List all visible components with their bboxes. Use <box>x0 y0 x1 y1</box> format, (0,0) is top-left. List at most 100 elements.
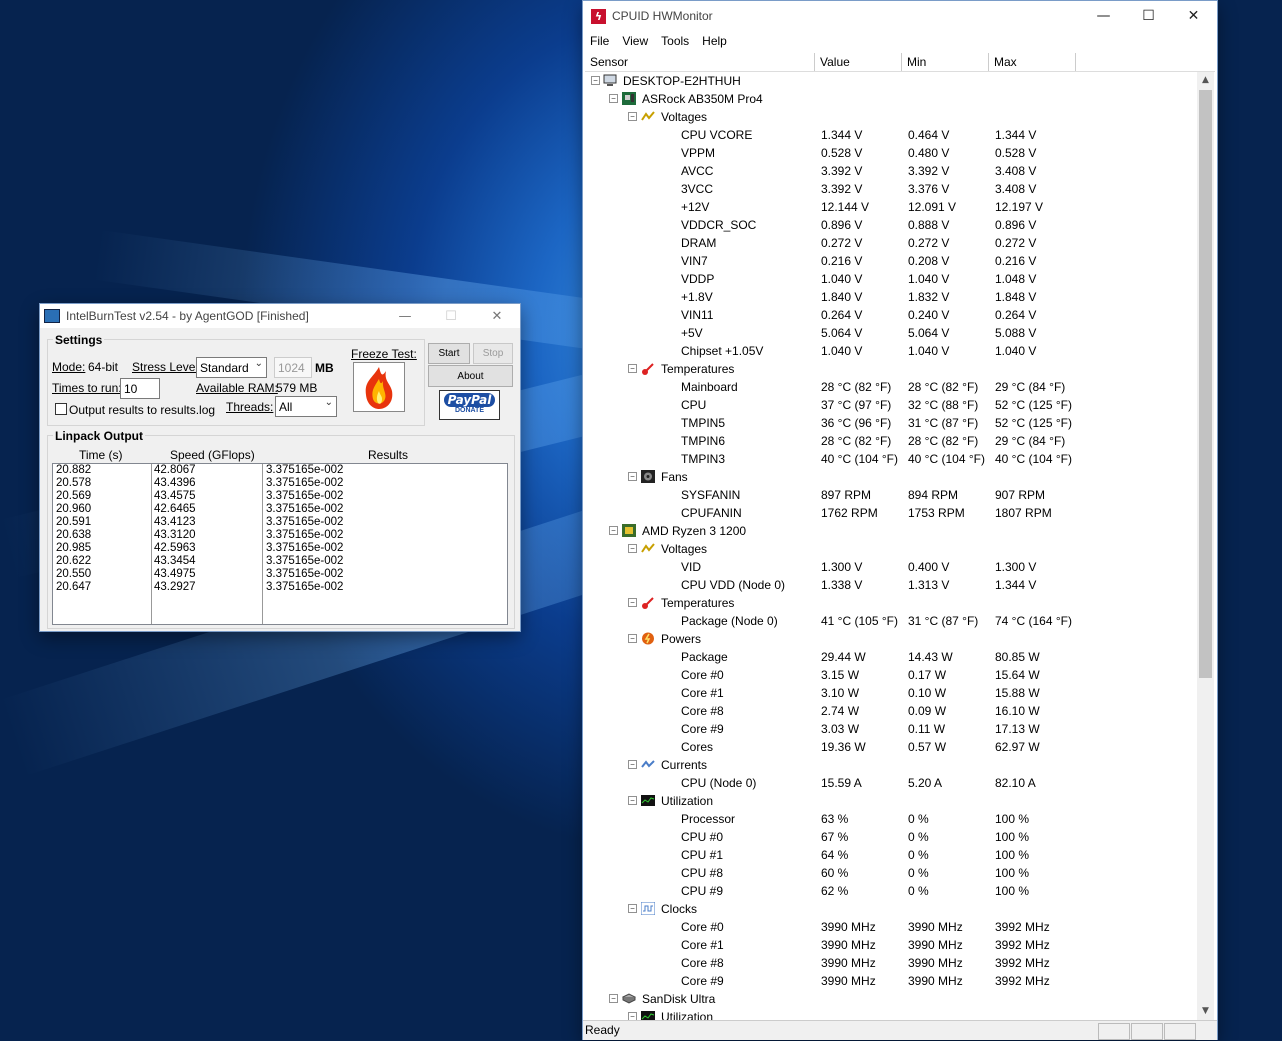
collapse-toggle-icon[interactable]: − <box>591 76 600 85</box>
output-checkbox[interactable] <box>55 403 67 415</box>
tree-node-utilization-icon[interactable]: − Utilization <box>585 1008 1197 1020</box>
sensor-row[interactable]: AVCC 3.392 V 3.392 V 3.408 V <box>585 162 1197 180</box>
sensor-row[interactable]: CPU #0 67 % 0 % 100 % <box>585 828 1197 846</box>
sensor-row[interactable]: +1.8V 1.840 V 1.832 V 1.848 V <box>585 288 1197 306</box>
menu-help[interactable]: Help <box>702 34 727 48</box>
menu-tools[interactable]: Tools <box>661 34 689 48</box>
sensor-row[interactable]: Core #1 3990 MHz 3990 MHz 3992 MHz <box>585 936 1197 954</box>
ibt-titlebar[interactable]: IntelBurnTest v2.54 - by AgentGOD [Finis… <box>40 304 520 328</box>
sensor-column-header[interactable]: Sensor <box>585 53 815 71</box>
sensor-row[interactable]: Core #9 3.03 W 0.11 W 17.13 W <box>585 720 1197 738</box>
sensor-row[interactable]: Chipset +1.05V 1.040 V 1.040 V 1.040 V <box>585 342 1197 360</box>
sensor-row[interactable]: VDDP 1.040 V 1.040 V 1.048 V <box>585 270 1197 288</box>
sensor-row[interactable]: +12V 12.144 V 12.091 V 12.197 V <box>585 198 1197 216</box>
tree-node-motherboard-icon[interactable]: − ASRock AB350M Pro4 <box>585 90 1197 108</box>
tree-node-cpu-icon[interactable]: − AMD Ryzen 3 1200 <box>585 522 1197 540</box>
maximize-button[interactable]: ☐ <box>1126 1 1171 31</box>
sensor-row[interactable]: Core #9 3990 MHz 3990 MHz 3992 MHz <box>585 972 1197 990</box>
collapse-toggle-icon[interactable]: − <box>628 472 637 481</box>
sensor-name: Temperatures <box>661 596 735 610</box>
tree-node-disk-icon[interactable]: − SanDisk Ultra <box>585 990 1197 1008</box>
sensor-row[interactable]: CPU VCORE 1.344 V 0.464 V 1.344 V <box>585 126 1197 144</box>
sensor-row[interactable]: TMPIN6 28 °C (82 °F) 28 °C (82 °F) 29 °C (8… <box>585 432 1197 450</box>
tree-node-fan-icon[interactable]: − Fans <box>585 468 1197 486</box>
value-column-header[interactable]: Value <box>815 53 902 71</box>
max-column-header[interactable]: Max <box>989 53 1076 71</box>
collapse-toggle-icon[interactable]: − <box>628 796 637 805</box>
sensor-row[interactable]: CPU 37 °C (97 °F) 32 °C (88 °F) 52 °C (125 … <box>585 396 1197 414</box>
scrollbar-thumb[interactable] <box>1199 90 1212 678</box>
sensor-row[interactable]: TMPIN5 36 °C (96 °F) 31 °C (87 °F) 52 °C (1… <box>585 414 1197 432</box>
times-to-run-input[interactable]: 10 <box>120 378 160 399</box>
sensor-row[interactable]: TMPIN3 40 °C (104 °F) 40 °C (104 °F) 40 °C … <box>585 450 1197 468</box>
sensor-row[interactable]: Core #0 3990 MHz 3990 MHz 3992 MHz <box>585 918 1197 936</box>
collapse-toggle-icon[interactable]: − <box>628 634 637 643</box>
start-button[interactable]: Start <box>428 343 470 364</box>
collapse-toggle-icon[interactable]: − <box>628 544 637 553</box>
sensor-row[interactable]: Core #8 2.74 W 0.09 W 16.10 W <box>585 702 1197 720</box>
collapse-toggle-icon[interactable]: − <box>609 526 618 535</box>
tree-node-clock-icon[interactable]: − Clocks <box>585 900 1197 918</box>
threads-select[interactable]: All ⌄ <box>275 396 337 417</box>
tree-node-computer-icon[interactable]: − DESKTOP-E2HTHUH <box>585 72 1197 90</box>
scroll-down-arrow[interactable]: ▼ <box>1197 1003 1214 1020</box>
sensor-row[interactable]: CPU (Node 0) 15.59 A 5.20 A 82.10 A <box>585 774 1197 792</box>
minimize-button[interactable]: — <box>1081 1 1126 31</box>
sensor-row[interactable]: SYSFANIN 897 RPM 894 RPM 907 RPM <box>585 486 1197 504</box>
scroll-up-arrow[interactable]: ▲ <box>1197 72 1214 89</box>
sensor-name: Core #9 <box>681 722 724 736</box>
sensor-row[interactable]: Core #8 3990 MHz 3990 MHz 3992 MHz <box>585 954 1197 972</box>
sensor-row[interactable]: Cores 19.36 W 0.57 W 62.97 W <box>585 738 1197 756</box>
sensor-row[interactable]: CPU #8 60 % 0 % 100 % <box>585 864 1197 882</box>
collapse-toggle-icon[interactable]: − <box>628 598 637 607</box>
sensor-row[interactable]: CPUFANIN 1762 RPM 1753 RPM 1807 RPM <box>585 504 1197 522</box>
sensor-row[interactable]: Mainboard 28 °C (82 °F) 28 °C (82 °F) 29 °C… <box>585 378 1197 396</box>
sensor-max: 5.088 V <box>995 326 1037 340</box>
menu-view[interactable]: View <box>622 34 648 48</box>
sensor-row[interactable]: CPU #9 62 % 0 % 100 % <box>585 882 1197 900</box>
collapse-toggle-icon[interactable]: − <box>628 1012 637 1020</box>
sensor-row[interactable]: VIN11 0.264 V 0.240 V 0.264 V <box>585 306 1197 324</box>
sensor-row[interactable]: VDDCR_SOC 0.896 V 0.888 V 0.896 V <box>585 216 1197 234</box>
sensor-row[interactable]: DRAM 0.272 V 0.272 V 0.272 V <box>585 234 1197 252</box>
close-button[interactable]: ✕ <box>1171 1 1216 31</box>
sensor-row[interactable]: CPU #1 64 % 0 % 100 % <box>585 846 1197 864</box>
minimize-button[interactable]: — <box>382 304 428 328</box>
sensor-row[interactable]: VIN7 0.216 V 0.208 V 0.216 V <box>585 252 1197 270</box>
tree-node-voltage-icon[interactable]: − Voltages <box>585 540 1197 558</box>
sensor-tree[interactable]: − DESKTOP-E2HTHUH − ASRock AB350M Pro4− Volt… <box>585 72 1197 1020</box>
stress-level-select[interactable]: Standard ⌄ <box>196 357 267 378</box>
tree-node-current-icon[interactable]: − Currents <box>585 756 1197 774</box>
collapse-toggle-icon[interactable]: − <box>628 364 637 373</box>
close-button[interactable]: ✕ <box>474 304 520 328</box>
sensor-row[interactable]: Core #0 3.15 W 0.17 W 15.64 W <box>585 666 1197 684</box>
min-column-header[interactable]: Min <box>902 53 989 71</box>
sensor-row[interactable]: Package 29.44 W 14.43 W 80.85 W <box>585 648 1197 666</box>
tree-node-utilization-icon[interactable]: − Utilization <box>585 792 1197 810</box>
hwmonitor-titlebar[interactable]: ϟ CPUID HWMonitor — ☐ ✕ <box>583 1 1217 31</box>
collapse-toggle-icon[interactable]: − <box>628 760 637 769</box>
sensor-row[interactable]: CPU VDD (Node 0) 1.338 V 1.313 V 1.344 V <box>585 576 1197 594</box>
linpack-results-table[interactable]: 20.882 20.578 20.569 20.960 20.591 20.638 20.9… <box>52 463 508 625</box>
sensor-row[interactable]: +5V 5.064 V 5.064 V 5.088 V <box>585 324 1197 342</box>
paypal-donate-button[interactable]: PayPal DONATE <box>439 390 500 420</box>
vertical-scrollbar[interactable]: ▲ ▼ <box>1197 72 1214 1020</box>
sensor-row[interactable]: VID 1.300 V 0.400 V 1.300 V <box>585 558 1197 576</box>
freeze-test-button[interactable] <box>353 362 405 412</box>
memory-input[interactable]: 1024 <box>274 357 312 378</box>
tree-node-thermometer-icon[interactable]: − Temperatures <box>585 360 1197 378</box>
tree-node-power-icon[interactable]: − Powers <box>585 630 1197 648</box>
collapse-toggle-icon[interactable]: − <box>628 904 637 913</box>
about-button[interactable]: About <box>428 365 513 387</box>
tree-node-thermometer-icon[interactable]: − Temperatures <box>585 594 1197 612</box>
tree-node-voltage-icon[interactable]: − Voltages <box>585 108 1197 126</box>
collapse-toggle-icon[interactable]: − <box>609 94 618 103</box>
menu-file[interactable]: File <box>590 34 609 48</box>
sensor-row[interactable]: Package (Node 0) 41 °C (105 °F) 31 °C (87 … <box>585 612 1197 630</box>
collapse-toggle-icon[interactable]: − <box>609 994 618 1003</box>
collapse-toggle-icon[interactable]: − <box>628 112 637 121</box>
sensor-row[interactable]: Core #1 3.10 W 0.10 W 15.88 W <box>585 684 1197 702</box>
sensor-row[interactable]: Processor 63 % 0 % 100 % <box>585 810 1197 828</box>
sensor-row[interactable]: VPPM 0.528 V 0.480 V 0.528 V <box>585 144 1197 162</box>
sensor-row[interactable]: 3VCC 3.392 V 3.376 V 3.408 V <box>585 180 1197 198</box>
